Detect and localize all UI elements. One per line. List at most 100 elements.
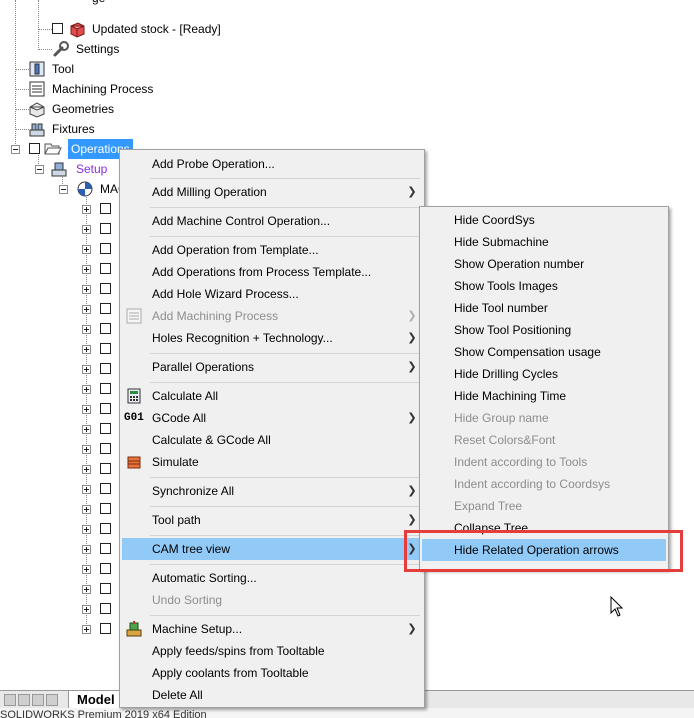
submenu-item-show-tool-positioning[interactable]: Show Tool Positioning [422, 319, 666, 341]
expand-toggle[interactable] [82, 245, 91, 254]
menu-item-add-machine-control-operation[interactable]: Add Machine Control Operation... [122, 210, 422, 232]
submenu-item-expand-tree[interactable]: Expand Tree [422, 495, 666, 517]
operation-row[interactable] [80, 419, 120, 439]
menu-item-cam-tree-view[interactable]: CAM tree view ❯ [122, 538, 422, 560]
checkbox[interactable] [100, 523, 111, 534]
menu-item-add-milling-operation[interactable]: Add Milling Operation ❯ [122, 181, 422, 203]
menu-item-parallel-operations[interactable]: Parallel Operations ❯ [122, 356, 422, 378]
prev-tab-button[interactable] [18, 694, 30, 706]
tree-item-settings[interactable]: Settings [52, 39, 172, 59]
menu-item-add-probe-operation[interactable]: Add Probe Operation... [122, 153, 422, 175]
operation-row[interactable] [80, 619, 120, 639]
first-tab-button[interactable] [4, 694, 16, 706]
last-tab-button[interactable] [46, 694, 58, 706]
checkbox[interactable] [100, 223, 111, 234]
submenu-item-show-compensation-usage[interactable]: Show Compensation usage [422, 341, 666, 363]
menu-item-synchronize-all[interactable]: Synchronize All ❯ [122, 480, 422, 502]
expand-toggle[interactable] [82, 445, 91, 454]
tree-item-tool[interactable]: Tool [28, 59, 128, 79]
checkbox[interactable] [100, 283, 111, 294]
menu-item-apply-feeds-spins[interactable]: Apply feeds/spins from Tooltable [122, 640, 422, 662]
operation-row[interactable] [80, 379, 120, 399]
submenu-item-hide-machining-time[interactable]: Hide Machining Time [422, 385, 666, 407]
expand-toggle[interactable] [82, 405, 91, 414]
expand-toggle[interactable] [82, 525, 91, 534]
operation-row[interactable] [80, 539, 120, 559]
menu-item-calculate-gcode-all[interactable]: Calculate & GCode All [122, 429, 422, 451]
submenu-item-indent-coordsys[interactable]: Indent according to Coordsys [422, 473, 666, 495]
menu-item-add-operation-from-template[interactable]: Add Operation from Template... [122, 239, 422, 261]
collapse-toggle[interactable] [11, 145, 20, 154]
collapse-toggle[interactable] [59, 185, 68, 194]
menu-item-tool-path[interactable]: Tool path ❯ [122, 509, 422, 531]
checkbox[interactable] [100, 623, 111, 634]
checkbox[interactable] [100, 603, 111, 614]
tree-item-machine[interactable]: MAC [56, 179, 127, 199]
tree-item-setup[interactable]: Setup [32, 159, 132, 179]
checkbox[interactable] [100, 443, 111, 454]
tree-item-partial[interactable]: ge [50, 0, 130, 8]
operation-row[interactable] [80, 599, 120, 619]
menu-item-machine-setup[interactable]: Machine Setup... ❯ [122, 618, 422, 640]
model-tab[interactable]: Model [68, 691, 124, 709]
operation-row[interactable] [80, 199, 120, 219]
submenu-item-indent-tools[interactable]: Indent according to Tools [422, 451, 666, 473]
operation-row[interactable] [80, 499, 120, 519]
operation-row[interactable] [80, 479, 120, 499]
menu-item-gcode-all[interactable]: G01 GCode All ❯ [122, 407, 422, 429]
operation-row[interactable] [80, 559, 120, 579]
checkbox[interactable] [100, 303, 111, 314]
operation-row[interactable] [80, 319, 120, 339]
checkbox[interactable] [100, 263, 111, 274]
submenu-item-hide-tool-number[interactable]: Hide Tool number [422, 297, 666, 319]
operation-row[interactable] [80, 459, 120, 479]
operation-row[interactable] [80, 299, 120, 319]
checkbox[interactable] [100, 403, 111, 414]
menu-item-holes-recognition[interactable]: Holes Recognition + Technology... ❯ [122, 327, 422, 349]
operation-row[interactable] [80, 259, 120, 279]
checkbox[interactable] [100, 543, 111, 554]
expand-toggle[interactable] [82, 545, 91, 554]
expand-toggle[interactable] [82, 225, 91, 234]
checkbox[interactable] [100, 463, 111, 474]
next-tab-button[interactable] [32, 694, 44, 706]
expand-toggle[interactable] [82, 325, 91, 334]
tree-item-updated-stock[interactable]: Updated stock - [Ready] [52, 19, 232, 39]
checkbox[interactable] [100, 243, 111, 254]
expand-toggle[interactable] [82, 505, 91, 514]
checkbox[interactable] [100, 203, 111, 214]
expand-toggle[interactable] [82, 205, 91, 214]
operation-row[interactable] [80, 399, 120, 419]
menu-item-add-hole-wizard-process[interactable]: Add Hole Wizard Process... [122, 283, 422, 305]
checkbox[interactable] [100, 483, 111, 494]
tree-item-geometries[interactable]: Geometries [28, 99, 148, 119]
expand-toggle[interactable] [82, 345, 91, 354]
checkbox[interactable] [100, 423, 111, 434]
operation-row[interactable] [80, 339, 120, 359]
expand-toggle[interactable] [82, 305, 91, 314]
operation-row[interactable] [80, 439, 120, 459]
menu-item-delete-all[interactable]: Delete All [122, 684, 422, 706]
checkbox[interactable] [100, 343, 111, 354]
submenu-item-hide-group-name[interactable]: Hide Group name [422, 407, 666, 429]
submenu-item-reset-colors-font[interactable]: Reset Colors&Font [422, 429, 666, 451]
expand-toggle[interactable] [82, 385, 91, 394]
expand-toggle[interactable] [82, 605, 91, 614]
expand-toggle[interactable] [82, 585, 91, 594]
operation-row[interactable] [80, 219, 120, 239]
tree-item-fixtures[interactable]: Fixtures [28, 119, 148, 139]
expand-toggle[interactable] [82, 265, 91, 274]
expand-toggle[interactable] [82, 485, 91, 494]
expand-toggle[interactable] [82, 285, 91, 294]
submenu-item-show-tools-images[interactable]: Show Tools Images [422, 275, 666, 297]
tree-item-machining-process[interactable]: Machining Process [28, 79, 168, 99]
menu-item-apply-coolants[interactable]: Apply coolants from Tooltable [122, 662, 422, 684]
operation-row[interactable] [80, 519, 120, 539]
operation-row[interactable] [80, 279, 120, 299]
menu-item-add-machining-process[interactable]: Add Machining Process ❯ [122, 305, 422, 327]
checkbox[interactable] [100, 323, 111, 334]
checkbox[interactable] [52, 23, 63, 34]
expand-toggle[interactable] [82, 425, 91, 434]
collapse-toggle[interactable] [35, 165, 44, 174]
checkbox[interactable] [100, 563, 111, 574]
